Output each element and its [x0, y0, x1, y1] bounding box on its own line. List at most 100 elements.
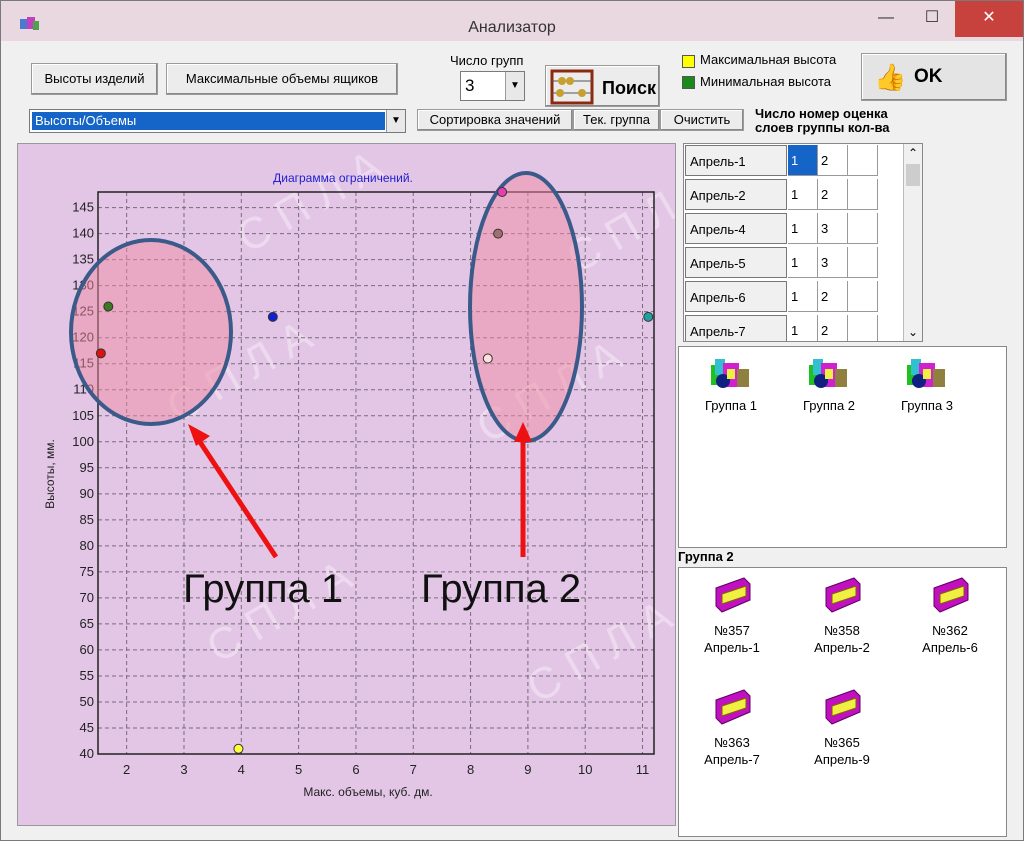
data-point [95, 348, 106, 359]
max-volumes-button[interactable]: Максимальные объемы ящиков [166, 63, 398, 95]
table-header-line2: слоев группы кол-ва [755, 120, 890, 135]
group1-annotation: Группа 1 [183, 567, 343, 611]
maximize-button[interactable]: ☐ [909, 1, 955, 37]
item-number: №362 [932, 623, 968, 638]
table-cell[interactable]: 1 [788, 145, 818, 176]
x-tick-label: 9 [524, 762, 531, 777]
legend-min-label: Минимальная высота [700, 74, 831, 89]
box-item-icon [687, 574, 777, 622]
y-tick-label: 50 [80, 694, 94, 709]
table-row[interactable]: Апрель-5 1 3 [684, 246, 904, 279]
abacus-icon [550, 69, 594, 105]
ok-button[interactable]: 👍 OK [861, 53, 1007, 101]
groups-list: Группа 1 Группа 2 Группа 3 [678, 346, 1007, 548]
x-tick-label: 11 [636, 762, 650, 777]
table-row-name[interactable]: Апрель-4 [685, 213, 787, 244]
group1-arrow-line [193, 434, 279, 559]
group-item-entry[interactable]: №362 Апрель-6 [905, 574, 995, 656]
minimize-button[interactable]: — [863, 1, 909, 37]
x-tick-label: 6 [352, 762, 359, 777]
table-cell[interactable] [848, 145, 878, 176]
search-button[interactable]: Поиск [545, 65, 660, 107]
group-item-entry[interactable]: №357 Апрель-1 [687, 574, 777, 656]
y-tick-label: 40 [80, 746, 94, 761]
chart-panel: С П Л АС П Л АС П Л АС П Л АС П Л АС П Л… [17, 141, 721, 826]
table-row-name[interactable]: Апрель-2 [685, 179, 787, 210]
table-row[interactable]: Апрель-7 1 2 [684, 314, 904, 341]
group-folder-icon [789, 355, 869, 398]
box-item-icon [905, 574, 995, 622]
table-cell[interactable] [848, 179, 878, 210]
group-label: Группа 1 [704, 398, 758, 413]
table-cell[interactable]: 1 [788, 247, 818, 278]
group-item[interactable]: Группа 2 [789, 355, 869, 413]
table-cell[interactable]: 3 [818, 213, 848, 244]
legend-max-label: Максимальная высота [700, 52, 837, 67]
analyzer-window: Анализатор — ☐ ✕ Высоты изделий Максимал… [0, 0, 1024, 841]
table-row[interactable]: Апрель-2 1 2 [684, 178, 904, 211]
item-name: Апрель-9 [814, 752, 870, 767]
item-name: Апрель-6 [922, 640, 978, 655]
scrollbar-thumb[interactable] [906, 164, 920, 186]
table-cell[interactable]: 1 [788, 315, 818, 341]
group-item[interactable]: Группа 1 [691, 355, 771, 413]
group-label: Группа 2 [802, 398, 856, 413]
chevron-down-icon[interactable]: ▼ [386, 110, 405, 132]
group-items-list: №357 Апрель-1 №358 Апрель-2 №362 Апрель-6 №363… [678, 567, 1007, 837]
current-group-button[interactable]: Тек. группа [573, 109, 660, 131]
data-point [267, 311, 278, 322]
y-tick-label: 140 [72, 226, 94, 241]
heights-button[interactable]: Высоты изделий [31, 63, 158, 95]
mode-select[interactable]: Высоты/Объемы ▼ [29, 109, 406, 133]
clear-button[interactable]: Очистить [660, 109, 744, 131]
groups-count-label: Число групп [450, 53, 524, 68]
y-tick-label: 70 [80, 590, 94, 605]
y-tick-label: 135 [72, 252, 94, 267]
item-name: Апрель-2 [814, 640, 870, 655]
table-row[interactable]: Апрель-4 1 3 [684, 212, 904, 245]
table-cell[interactable]: 1 [788, 213, 818, 244]
groups-table[interactable]: Апрель-7 1 2 Апрель-6 1 2 Апрель-5 1 3 Апрель-4 1 3… [683, 143, 923, 342]
y-tick-label: 145 [72, 200, 94, 215]
sort-values-button[interactable]: Сортировка значений [417, 109, 573, 131]
groups-count-select[interactable]: 3 ▼ [460, 71, 525, 101]
items-header: Группа 2 [678, 549, 734, 564]
data-point [103, 301, 114, 312]
table-cell[interactable]: 2 [818, 145, 848, 176]
chevron-down-icon[interactable]: ▼ [505, 72, 524, 100]
item-number: №358 [824, 623, 860, 638]
table-cell[interactable]: 1 [788, 179, 818, 210]
y-tick-label: 65 [80, 616, 94, 631]
table-row[interactable]: Апрель-1 1 2 [684, 144, 904, 177]
table-row[interactable]: Апрель-6 1 2 [684, 280, 904, 313]
chevron-down-icon[interactable]: ⌄ [904, 325, 922, 339]
group-item-entry[interactable]: №363 Апрель-7 [687, 686, 777, 768]
table-row-name[interactable]: Апрель-1 [685, 145, 787, 176]
close-button[interactable]: ✕ [955, 1, 1023, 37]
chevron-up-icon[interactable]: ⌃ [904, 146, 922, 160]
x-axis-label: Макс. объемы, куб. дм. [303, 785, 432, 799]
group-item-entry[interactable]: №365 Апрель-9 [797, 686, 887, 768]
title-bar[interactable]: Анализатор — ☐ ✕ [1, 1, 1023, 41]
group1-highlight-ellipse [69, 238, 233, 426]
table-cell[interactable] [848, 315, 878, 341]
y-tick-label: 105 [72, 408, 94, 423]
table-cell[interactable] [848, 213, 878, 244]
groups-count-value: 3 [465, 76, 475, 95]
table-cell[interactable]: 1 [788, 281, 818, 312]
table-cell[interactable] [848, 247, 878, 278]
table-row-name[interactable]: Апрель-5 [685, 247, 787, 278]
table-cell[interactable] [848, 281, 878, 312]
watermark-text: С П Л А [229, 144, 391, 263]
table-cell[interactable]: 2 [818, 179, 848, 210]
vertical-scrollbar[interactable]: ⌃ ⌄ [903, 144, 922, 341]
table-row-name[interactable]: Апрель-7 [685, 315, 787, 341]
group-item-entry[interactable]: №358 Апрель-2 [797, 574, 887, 656]
group-item[interactable]: Группа 3 [887, 355, 967, 413]
table-cell[interactable]: 3 [818, 247, 848, 278]
table-row-name[interactable]: Апрель-6 [685, 281, 787, 312]
table-cell[interactable]: 2 [818, 281, 848, 312]
table-cell[interactable]: 2 [818, 315, 848, 341]
group-folder-icon [887, 355, 967, 398]
data-point [497, 187, 508, 197]
